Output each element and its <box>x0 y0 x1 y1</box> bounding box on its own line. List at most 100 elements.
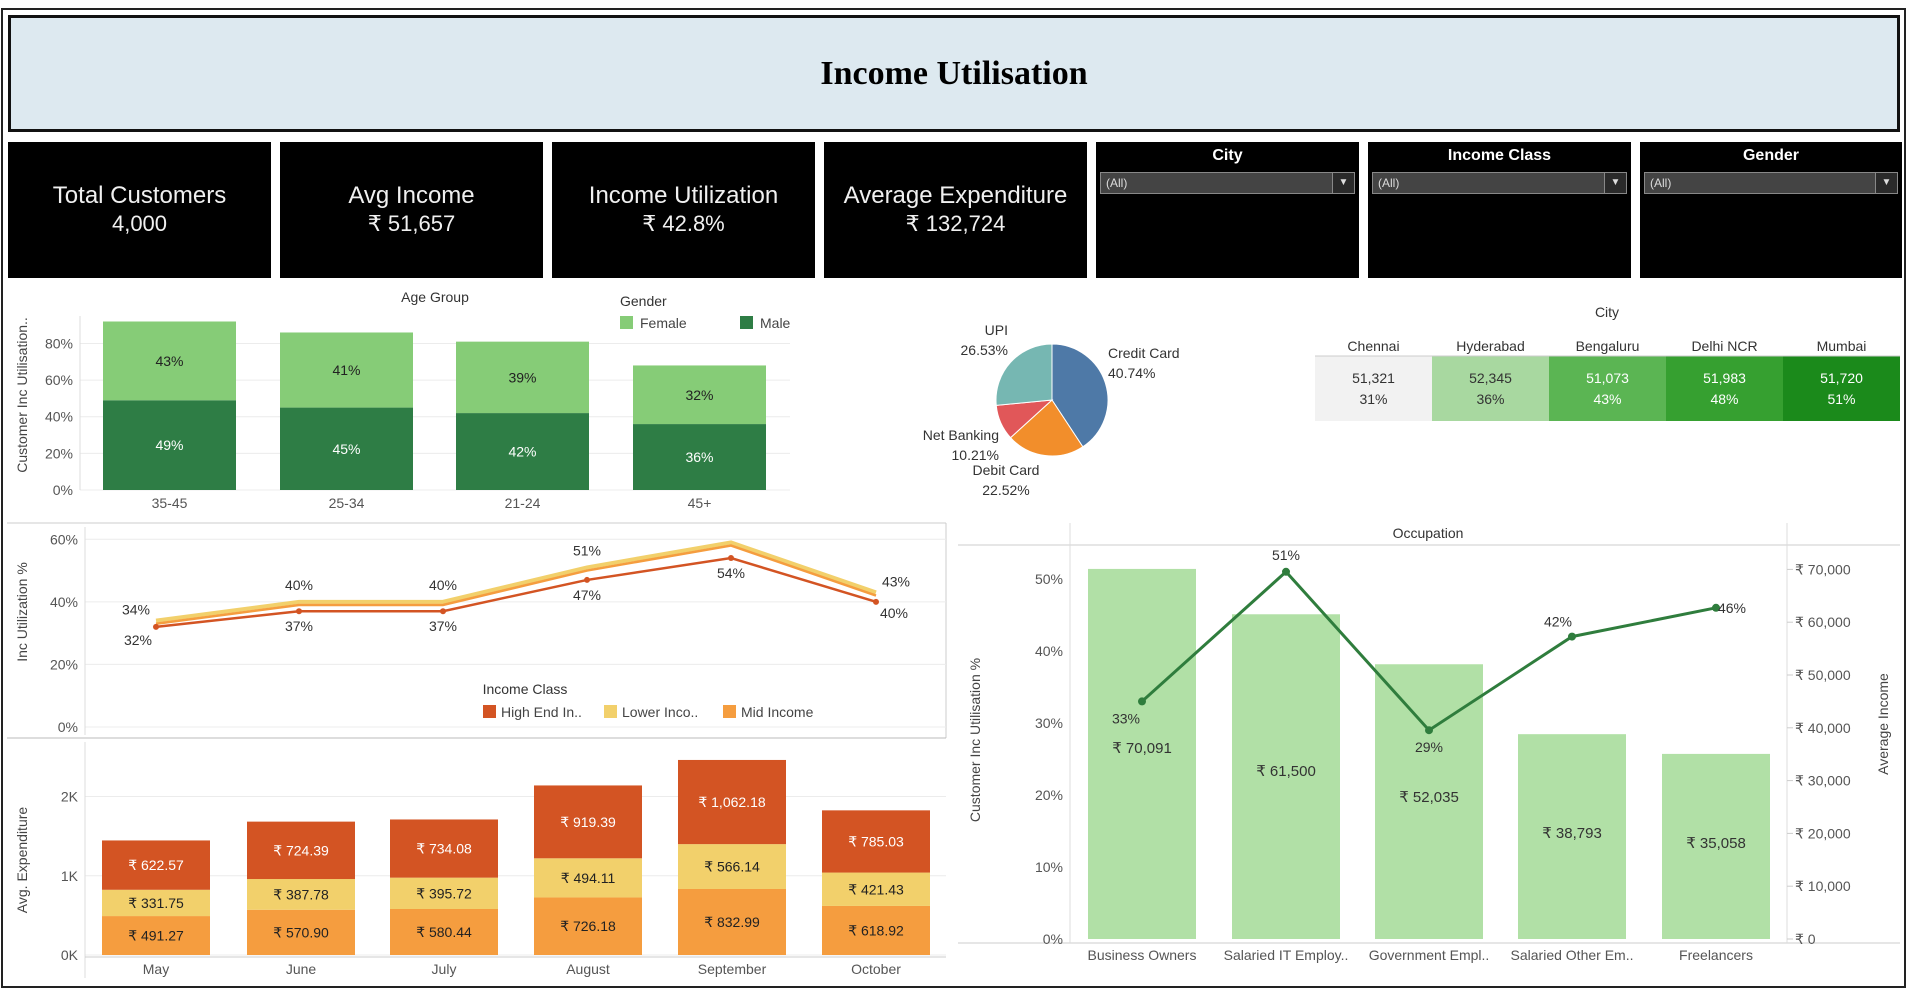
x-tick-label: Freelancers <box>1679 947 1753 963</box>
data-label: ₹ 726.18 <box>560 918 616 934</box>
bar-label: ₹ 52,035 <box>1399 789 1459 806</box>
table-cell <box>1432 356 1549 421</box>
x-tick-label: Government Empl.. <box>1369 947 1490 963</box>
data-label: 51% <box>1272 547 1300 563</box>
table-cell-util: 48% <box>1710 391 1738 407</box>
legend-label: Mid Income <box>741 704 814 720</box>
table-header-cell: Bengaluru <box>1576 338 1640 354</box>
data-label: ₹ 395.72 <box>416 885 472 901</box>
data-label: 33% <box>1112 710 1140 726</box>
data-label: ₹ 919.39 <box>560 814 616 830</box>
data-label: ₹ 331.75 <box>128 895 184 911</box>
y-tick-label: 0% <box>1043 931 1063 947</box>
table-cell <box>1783 356 1900 421</box>
data-label: 43% <box>155 353 183 369</box>
y-tick-label: 40% <box>50 594 78 610</box>
data-label: 54% <box>717 565 745 581</box>
y-tick-label: 0% <box>53 482 73 498</box>
y2-axis-title: Average Income <box>1875 673 1891 775</box>
utilisation-point <box>1282 567 1290 576</box>
data-label: ₹ 724.39 <box>273 842 329 858</box>
x-tick-label: 21-24 <box>505 495 541 511</box>
data-label: 39% <box>508 369 536 385</box>
x-tick-label: Business Owners <box>1088 947 1197 963</box>
y2-tick-label: ₹ 70,000 <box>1795 561 1851 577</box>
data-label: ₹ 832.99 <box>704 914 760 930</box>
data-label: 34% <box>122 602 150 618</box>
table-header-cell: Hyderabad <box>1456 338 1525 354</box>
data-label: ₹ 1,062.18 <box>698 794 766 810</box>
y2-tick-label: ₹ 50,000 <box>1795 667 1851 683</box>
bar-label: ₹ 35,058 <box>1686 835 1746 852</box>
table-cell-util: 31% <box>1359 391 1387 407</box>
y-tick-label: 1K <box>61 868 79 884</box>
utilisation-point <box>1425 726 1433 735</box>
legend-swatch <box>604 705 617 718</box>
table-cell-income: 51,073 <box>1586 370 1629 386</box>
y-axis-title: Customer Inc Utilisation % <box>967 658 983 822</box>
pie-label-name: UPI <box>985 322 1008 338</box>
data-label: 32% <box>124 632 152 648</box>
x-tick-label: 25-34 <box>329 495 365 511</box>
data-label: 42% <box>1544 614 1572 630</box>
data-label: ₹ 622.57 <box>128 857 184 873</box>
table-header-cell: Chennai <box>1347 338 1399 354</box>
series-point <box>728 555 734 562</box>
series-point <box>440 608 446 615</box>
x-tick-label: 35-45 <box>152 495 188 511</box>
pie-label-name: Credit Card <box>1108 345 1180 361</box>
data-label: ₹ 494.11 <box>561 870 616 886</box>
y2-tick-label: ₹ 40,000 <box>1795 720 1851 736</box>
data-label: 40% <box>285 577 313 593</box>
chart-title: Age Group <box>401 289 469 305</box>
data-label: 49% <box>155 437 183 453</box>
data-label: ₹ 785.03 <box>848 833 904 849</box>
pie-label-value: 40.74% <box>1108 365 1155 381</box>
data-label: ₹ 734.08 <box>416 841 472 857</box>
table-cell-util: 51% <box>1827 391 1855 407</box>
y-axis-title: Avg. Expenditure <box>14 807 30 914</box>
series-point <box>873 598 879 605</box>
data-label: 36% <box>685 449 713 465</box>
legend-swatch <box>723 705 736 718</box>
bar-label: ₹ 61,500 <box>1256 763 1316 780</box>
pie-label-value: 10.21% <box>952 447 999 463</box>
data-label: 40% <box>429 577 457 593</box>
x-tick-label: Salaried Other Em.. <box>1511 947 1634 963</box>
y-tick-label: 40% <box>45 409 73 425</box>
series-line <box>155 556 877 629</box>
legend-title: Gender <box>620 293 667 309</box>
data-label: 51% <box>573 542 601 558</box>
data-label: 37% <box>285 618 313 634</box>
series-point <box>296 608 302 615</box>
x-tick-label: August <box>566 961 610 977</box>
y-tick-label: 0K <box>61 947 79 963</box>
y-axis-title: Inc Utilization % <box>14 562 30 662</box>
y-tick-label: 20% <box>45 445 73 461</box>
pie-label-name: Net Banking <box>923 427 999 443</box>
data-label: ₹ 387.78 <box>273 886 329 902</box>
y2-tick-label: ₹ 0 <box>1795 931 1816 947</box>
y2-tick-label: ₹ 60,000 <box>1795 614 1851 630</box>
legend-swatch <box>483 705 496 718</box>
legend-label: High End In.. <box>501 704 582 720</box>
series-point <box>584 576 590 583</box>
legend-swatch-male <box>740 316 753 329</box>
y2-tick-label: ₹ 20,000 <box>1795 825 1851 841</box>
x-tick-label: July <box>432 961 457 977</box>
table-cell-util: 36% <box>1476 391 1504 407</box>
pie-label-value: 26.53% <box>961 342 1008 358</box>
bar-label: ₹ 70,091 <box>1112 740 1172 757</box>
data-label: 43% <box>882 573 910 589</box>
y2-tick-label: ₹ 30,000 <box>1795 773 1851 789</box>
data-label: 46% <box>1718 600 1746 616</box>
y-tick-label: 60% <box>45 372 73 388</box>
utilisation-point <box>1568 632 1576 641</box>
utilisation-point <box>1138 697 1146 706</box>
legend-label-male: Male <box>760 315 791 331</box>
y-tick-label: 40% <box>1035 643 1063 659</box>
pie-label-value: 22.52% <box>982 482 1029 498</box>
table-cell-income: 51,983 <box>1703 370 1746 386</box>
y-tick-label: 60% <box>50 531 78 547</box>
y2-tick-label: ₹ 10,000 <box>1795 878 1851 894</box>
